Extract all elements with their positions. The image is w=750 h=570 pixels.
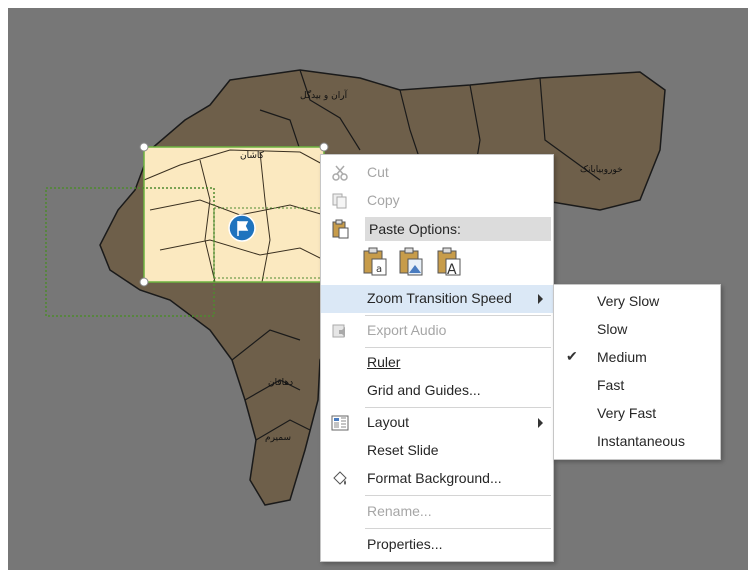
menu-item-zoom-transition-speed[interactable]: Zoom Transition Speed [321,285,553,313]
submenu-label: Fast [597,377,625,393]
menu-label: Cut [367,164,389,180]
context-menu: Cut Copy Paste Options: a A Zoom Transit… [320,154,554,562]
menu-label: Format Background... [367,470,502,486]
selected-slide-zoom[interactable] [139,142,329,287]
menu-item-copy[interactable]: Copy [321,187,553,215]
paste-icon [332,219,349,239]
menu-item-cut[interactable]: Cut [321,159,553,187]
menu-item-format-background[interactable]: Format Background... [321,465,553,493]
menu-item-rename[interactable]: Rename... [321,498,553,526]
submenu-item-medium[interactable]: ✔ Medium [554,343,720,371]
checkmark-icon: ✔ [566,348,578,364]
paste-options-label: Paste Options: [369,221,461,237]
menu-separator [365,407,551,408]
menu-label: Export Audio [367,322,447,338]
submenu-item-fast[interactable]: Fast [554,371,720,399]
map-label: آران و بیدگل [300,89,348,101]
menu-item-grid-and-guides[interactable]: Grid and Guides... [321,377,553,405]
menu-label: Grid and Guides... [367,382,481,398]
submenu-label: Slow [597,321,628,337]
layout-icon [331,415,349,431]
submenu-item-slow[interactable]: Slow [554,315,720,343]
submenu-arrow-icon [538,294,543,304]
menu-separator [365,347,551,348]
svg-text:a: a [376,264,382,275]
map-label: دهاقان [268,378,293,388]
menu-separator [365,528,551,529]
export-audio-icon [332,324,345,338]
menu-label: Reset Slide [367,442,439,458]
menu-label: Copy [367,192,400,208]
submenu-label: Very Fast [597,405,657,421]
map-label: سمیرم [265,433,291,443]
menu-label: Properties... [367,536,443,552]
menu-label: Rename... [367,503,432,519]
menu-label: Ruler [367,354,401,370]
copy-icon [332,193,347,209]
menu-item-reset-slide[interactable]: Reset Slide [321,437,553,465]
submenu-label: Medium [597,349,647,365]
menu-label: Layout [367,414,410,430]
zoom-speed-submenu: Very Slow Slow ✔ Medium Fast Very Fast I… [553,284,721,460]
format-background-icon [333,471,347,485]
map-label: خوروبیابانک [580,165,623,175]
map-label: کاشان [240,151,265,161]
paste-picture-icon[interactable] [397,247,425,277]
svg-text:A: A [447,262,457,277]
paste-use-destination-theme-icon[interactable]: a [361,247,389,277]
scissors-icon [332,165,348,181]
submenu-item-very-slow[interactable]: Very Slow [554,287,720,315]
menu-item-layout[interactable]: Layout [321,409,553,437]
menu-item-ruler[interactable]: Ruler [321,349,553,377]
submenu-label: Very Slow [597,293,660,309]
menu-label: Zoom Transition Speed [367,290,512,306]
submenu-label: Instantaneous [597,433,685,449]
paste-keep-text-only-icon[interactable]: A [435,247,463,277]
submenu-item-very-fast[interactable]: Very Fast [554,399,720,427]
paste-options-header: Paste Options: [365,217,551,241]
submenu-arrow-icon [538,418,543,428]
menu-separator [365,315,551,316]
menu-separator [365,495,551,496]
zoom-icon[interactable] [228,214,256,242]
submenu-item-instantaneous[interactable]: Instantaneous [554,427,720,455]
menu-item-export-audio[interactable]: Export Audio [321,317,553,345]
menu-item-properties[interactable]: Properties... [321,531,553,559]
